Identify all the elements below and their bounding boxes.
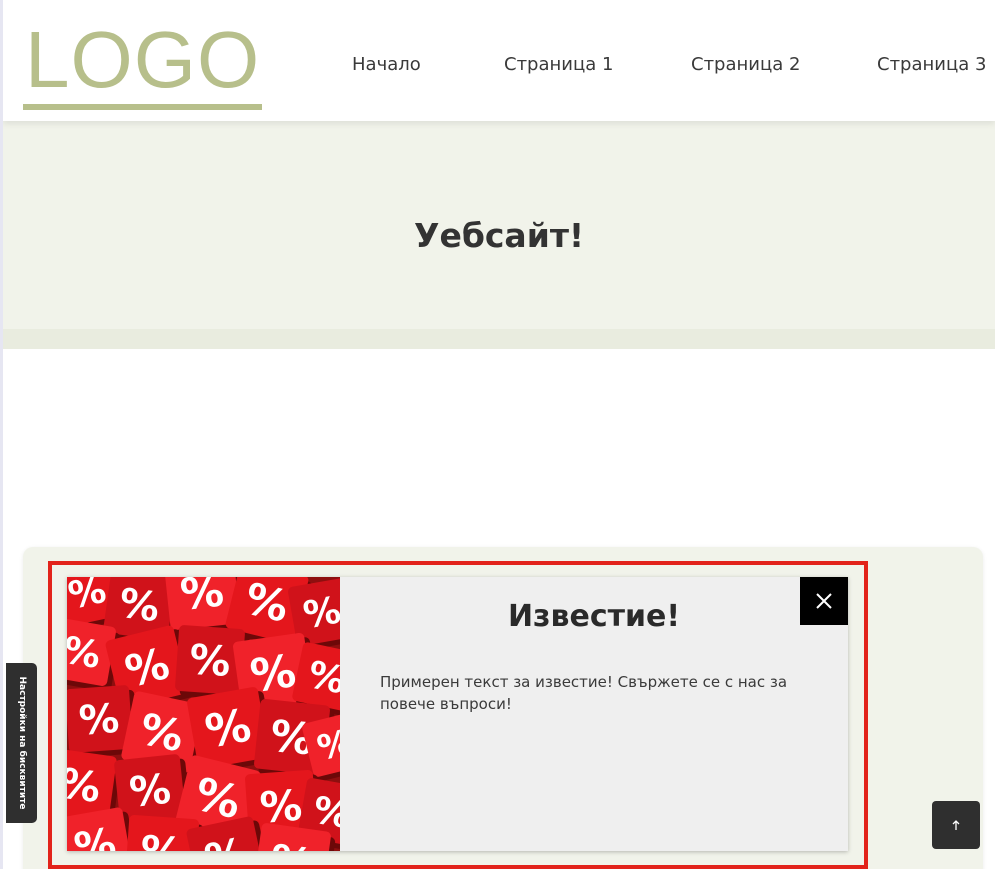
hero-divider <box>3 329 995 349</box>
notification-text: Примерен текст за известие! Свържете се … <box>380 673 788 713</box>
svg-text:%: % <box>127 765 173 817</box>
percent-cubes-illustration: %%%%%%%%%%%%%%%%%%%%%%%% <box>67 577 340 851</box>
svg-text:%: % <box>300 588 340 637</box>
hero-section: Уебсайт! <box>3 121 995 329</box>
svg-text:%: % <box>77 696 120 745</box>
nav-item-page-2[interactable]: Страница 2 <box>691 54 800 75</box>
svg-text:%: % <box>178 577 226 621</box>
nav-item-page-3[interactable]: Страница 3 <box>877 54 986 75</box>
page: LOGO Начало Страница 1 Страница 2 Страни… <box>0 0 995 869</box>
nav-item-page-1[interactable]: Страница 1 <box>504 54 613 75</box>
arrow-up-icon <box>952 820 960 830</box>
page-title: Уебсайт! <box>414 216 584 255</box>
svg-text:%: % <box>201 698 255 758</box>
notification-title: Известие! <box>507 599 681 634</box>
percent-cubes-image: %%%%%%%%%%%%%%%%%%%%%%%% <box>67 577 340 851</box>
nav-item-home[interactable]: Начало <box>352 54 421 75</box>
svg-text:%: % <box>188 635 232 686</box>
cookie-settings-tab[interactable]: Настройки на бисквитите <box>6 663 37 823</box>
main-nav: Начало Страница 1 Страница 2 Страница 3 <box>3 54 995 78</box>
notification-popup: %%%%%%%%%%%%%%%%%%%%%%%% Известие! Приме… <box>67 577 848 851</box>
svg-text:%: % <box>139 827 185 851</box>
svg-text:%: % <box>116 580 162 631</box>
cookie-settings-label: Настройки на бисквитите <box>16 676 27 810</box>
site-header: LOGO Начало Страница 1 Страница 2 Страни… <box>3 0 995 121</box>
back-to-top-button[interactable] <box>932 801 980 849</box>
